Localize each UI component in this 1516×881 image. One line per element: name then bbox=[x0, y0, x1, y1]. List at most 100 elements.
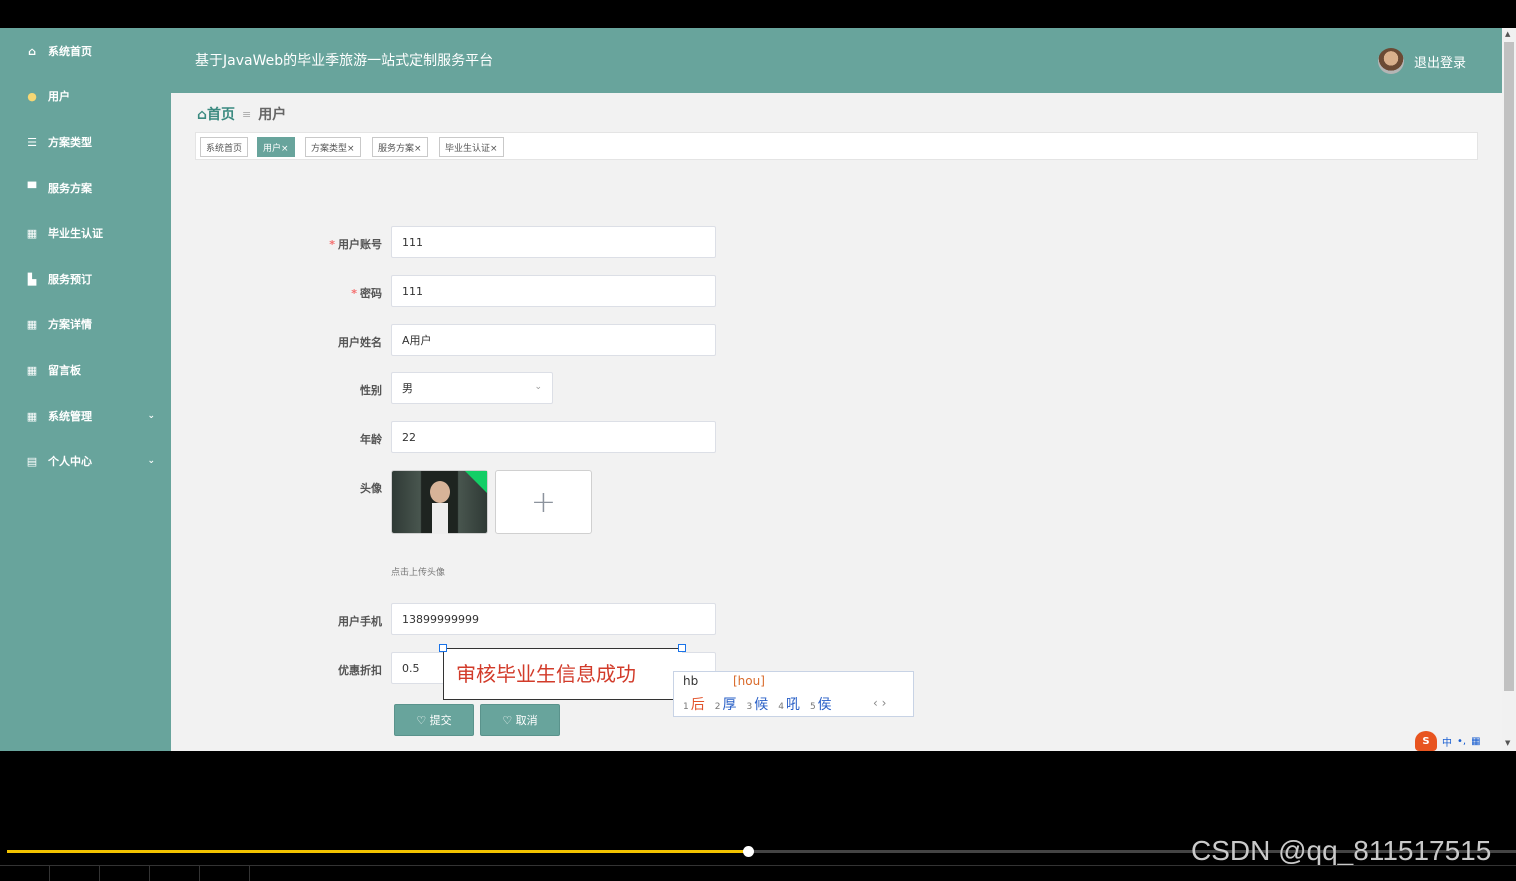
watermark: CSDN @qq_811517515 bbox=[1191, 835, 1492, 866]
sidebar-item-label: 系统首页 bbox=[48, 45, 92, 58]
ime-candidate[interactable]: 5侯 bbox=[810, 694, 832, 714]
vertical-scrollbar[interactable]: ▲ ▼ bbox=[1502, 28, 1516, 751]
sidebar-item-message-board[interactable]: ▦ 留言板 bbox=[0, 355, 171, 385]
avatar-preview[interactable] bbox=[391, 470, 488, 534]
sidebar-item-plan-types[interactable]: ☰ 方案类型 bbox=[0, 127, 171, 157]
ime-pinyin: [hou] bbox=[733, 674, 765, 688]
sidebar-item-graduate-cert[interactable]: ▦ 毕业生认证 bbox=[0, 218, 171, 248]
punctuation-icon[interactable]: •, bbox=[1457, 736, 1466, 747]
ime-input-text: hb bbox=[683, 674, 699, 688]
scroll-down-icon[interactable]: ▼ bbox=[1505, 739, 1510, 747]
progress-fill bbox=[7, 850, 748, 853]
ime-candidates: 1后 2厚 3候 4吼 5侯 bbox=[683, 694, 832, 714]
player-tab-strip bbox=[0, 865, 1516, 881]
ime-candidate[interactable]: 4吼 bbox=[778, 694, 800, 714]
phone-input[interactable]: 13899999999 bbox=[391, 603, 716, 635]
discount-label: 优惠折扣 bbox=[338, 664, 382, 677]
close-handle-icon[interactable] bbox=[678, 644, 686, 652]
player-tab[interactable] bbox=[50, 866, 100, 881]
tab-plan-types[interactable]: 方案类型× bbox=[305, 137, 361, 157]
toolbox-icon[interactable]: ▦ bbox=[1471, 736, 1480, 747]
password-input[interactable]: 111 bbox=[391, 275, 716, 307]
chevron-down-icon: ⌄ bbox=[534, 382, 542, 392]
ime-mode-toggle[interactable]: 中 bbox=[1442, 734, 1452, 749]
breadcrumb-home-link[interactable]: ⌂首页 bbox=[197, 104, 235, 124]
sidebar-item-bookings[interactable]: ▙ 服务预订 bbox=[0, 264, 171, 294]
main-content: ⌂首页 ≡ 用户 系统首页 用户× 方案类型× 服务方案× 毕业生认证× * 用户… bbox=[171, 93, 1502, 751]
sidebar-item-system-admin[interactable]: ▦ 系统管理 ⌄ bbox=[0, 401, 171, 431]
card-icon: ▤ bbox=[26, 454, 38, 468]
cup-icon: ▙ bbox=[27, 272, 37, 286]
breadcrumb-separator: ≡ bbox=[242, 107, 252, 121]
gender-select[interactable]: 男 ⌄ bbox=[391, 372, 553, 404]
sidebar-item-plan-details[interactable]: ▦ 方案详情 bbox=[0, 309, 171, 339]
plus-icon: + bbox=[530, 484, 557, 520]
sidebar-item-label: 留言板 bbox=[48, 364, 81, 377]
ime-page-nav[interactable]: ‹ › bbox=[873, 696, 886, 710]
age-input[interactable]: 22 bbox=[391, 421, 716, 453]
player-tab[interactable] bbox=[150, 866, 200, 881]
ime-candidate[interactable]: 2厚 bbox=[715, 694, 737, 714]
lightbulb-icon: ● bbox=[27, 89, 37, 103]
sidebar-item-label: 方案详情 bbox=[48, 318, 92, 331]
app-title: 基于JavaWeb的毕业季旅游一站式定制服务平台 bbox=[195, 53, 494, 69]
account-label: * 用户账号 bbox=[329, 238, 382, 251]
sidebar: ⌂ 系统首页 ● 用户 ☰ 方案类型 ▀ 服务方案 ▦ 毕业生认证 ▙ 服务预订… bbox=[0, 28, 171, 751]
sidebar-item-label: 用户 bbox=[48, 90, 70, 103]
check-icon bbox=[465, 471, 487, 493]
grid-icon: ▦ bbox=[26, 363, 38, 377]
grid-icon: ▦ bbox=[26, 317, 38, 331]
player-tab[interactable] bbox=[200, 866, 250, 881]
gender-select-value: 男 bbox=[402, 382, 413, 395]
sidebar-item-label: 毕业生认证 bbox=[48, 227, 103, 240]
name-label: 用户姓名 bbox=[338, 336, 382, 349]
annotation-textbox[interactable]: 审核毕业生信息成功 bbox=[443, 648, 682, 700]
breadcrumb-current: 用户 bbox=[258, 107, 287, 123]
scrollbar-thumb[interactable] bbox=[1504, 42, 1514, 691]
tab-system-home[interactable]: 系统首页 bbox=[200, 137, 249, 157]
scroll-up-icon[interactable]: ▲ bbox=[1505, 30, 1510, 38]
name-input[interactable]: A用户 bbox=[391, 324, 716, 356]
app-window: ⌂ 系统首页 ● 用户 ☰ 方案类型 ▀ 服务方案 ▦ 毕业生认证 ▙ 服务预订… bbox=[0, 28, 1502, 751]
player-tab[interactable] bbox=[0, 866, 50, 881]
progress-knob[interactable] bbox=[743, 846, 754, 857]
upload-plus-button[interactable]: + bbox=[495, 470, 592, 534]
sidebar-item-home[interactable]: ⌂ 系统首页 bbox=[0, 36, 171, 66]
tags-bar: 系统首页 用户× 方案类型× 服务方案× 毕业生认证× bbox=[195, 132, 1478, 160]
chevron-down-icon: ⌄ bbox=[147, 456, 155, 466]
monitor-icon: ▀ bbox=[27, 181, 37, 195]
annotation-text: 审核毕业生信息成功 bbox=[456, 662, 636, 686]
age-label: 年龄 bbox=[360, 433, 382, 446]
sidebar-item-label: 方案类型 bbox=[48, 136, 92, 149]
avatar-face bbox=[430, 481, 450, 503]
ime-candidate[interactable]: 1后 bbox=[683, 694, 705, 714]
avatar-shirt bbox=[432, 503, 448, 534]
avatar-label: 头像 bbox=[360, 482, 382, 495]
avatar-hint: 点击上传头像 bbox=[391, 568, 446, 578]
top-header: 基于JavaWeb的毕业季旅游一站式定制服务平台 退出登录 bbox=[171, 28, 1502, 93]
tab-service-plans[interactable]: 服务方案× bbox=[372, 137, 428, 157]
sidebar-item-personal-center[interactable]: ▤ 个人中心 ⌄ bbox=[0, 446, 171, 476]
account-input[interactable]: 111 bbox=[391, 226, 716, 258]
gender-label: 性别 bbox=[360, 384, 382, 397]
sidebar-item-label: 服务方案 bbox=[48, 182, 92, 195]
logout-link[interactable]: 退出登录 bbox=[1414, 52, 1466, 71]
submit-button[interactable]: ♡ 提交 bbox=[394, 704, 474, 736]
ime-candidate[interactable]: 3候 bbox=[746, 694, 768, 714]
sogou-logo-icon[interactable]: S bbox=[1415, 731, 1437, 751]
video-player-bar: CSDN @qq_811517515 bbox=[0, 751, 1516, 881]
ime-candidate-window: hb [hou] 1后 2厚 3候 4吼 5侯 ‹ › bbox=[673, 671, 914, 717]
rotate-handle-icon[interactable] bbox=[439, 644, 447, 652]
sidebar-item-label: 系统管理 bbox=[48, 410, 92, 423]
grid-icon: ▦ bbox=[26, 409, 38, 423]
avatar[interactable] bbox=[1378, 48, 1404, 74]
list-icon: ☰ bbox=[27, 135, 37, 149]
cancel-button[interactable]: ♡ 取消 bbox=[480, 704, 560, 736]
chevron-down-icon: ⌄ bbox=[147, 411, 155, 421]
sidebar-item-users[interactable]: ● 用户 bbox=[0, 81, 171, 111]
sidebar-item-label: 服务预订 bbox=[48, 273, 92, 286]
tab-graduate-cert[interactable]: 毕业生认证× bbox=[439, 137, 504, 157]
sidebar-item-service-plans[interactable]: ▀ 服务方案 bbox=[0, 173, 171, 203]
player-tab[interactable] bbox=[100, 866, 150, 881]
tab-users[interactable]: 用户× bbox=[257, 137, 295, 157]
